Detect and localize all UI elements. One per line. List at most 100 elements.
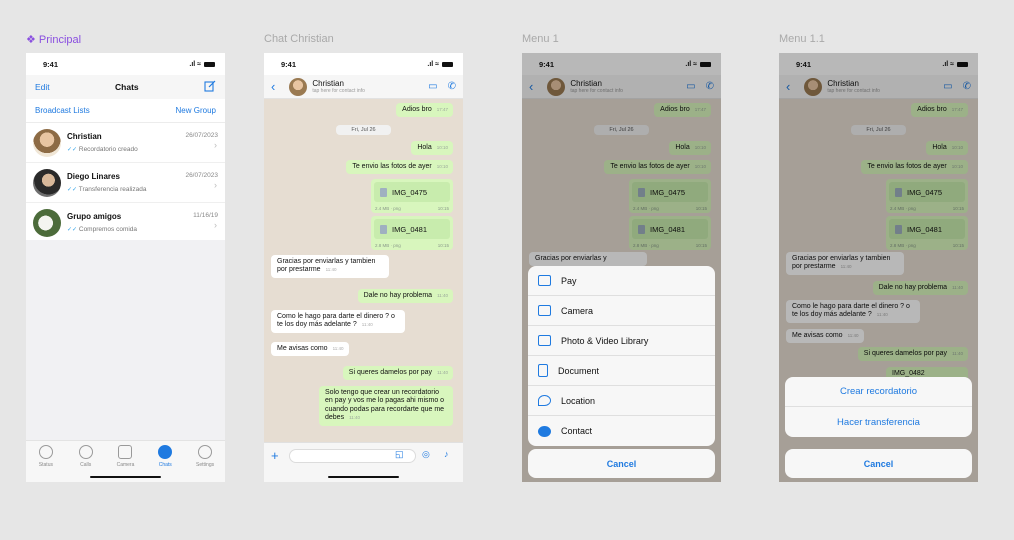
message-text: Te envio las fotos de ayer (352, 163, 432, 170)
plus-icon[interactable]: + (271, 448, 279, 463)
chat-row-christian[interactable]: Christian 26/07/2023 ✓✓ Recordatorio crea… (26, 123, 225, 163)
phone-icon (78, 445, 93, 459)
avatar[interactable] (289, 77, 308, 96)
frame-label-menu11: Menu 1.1 (779, 33, 825, 45)
message-out[interactable]: Te envio las fotos de ayer 10:10 (346, 160, 453, 175)
chevron-right-icon: › (214, 220, 217, 230)
phone-menu1: 9:41 .ıl ≈ ‹ Christian tap here for cont… (522, 53, 721, 482)
video-call-icon[interactable]: ▭ (428, 81, 437, 92)
message-text: Me avisas como (277, 345, 328, 352)
message-text: Adios bro (402, 106, 432, 113)
message-time: 11:40 (332, 346, 344, 351)
contact-name: Christian (312, 79, 344, 88)
message-text: Como le hago para darte el dinero ? o te… (277, 313, 395, 329)
menu-item-document[interactable]: Document (528, 356, 715, 386)
contact-info[interactable]: Christian tap here for contact info (312, 79, 418, 94)
menu-item-label: Document (558, 365, 600, 376)
tab-label: Status (38, 462, 53, 468)
tab-label: Settings (196, 462, 215, 468)
cancel-button[interactable]: Cancel (528, 449, 715, 478)
back-icon[interactable]: ‹ (271, 79, 275, 94)
chat-preview: Transferencia realizada (78, 186, 147, 193)
file-message[interactable]: IMG_0481 2.8 MB · png 10:15 (371, 216, 453, 250)
read-ticks-icon: ✓✓ (67, 147, 78, 153)
create-reminder-option[interactable]: Crear recordatorio (785, 377, 972, 407)
message-time: 10:10 (436, 145, 448, 150)
chat-name: Christian (67, 132, 102, 141)
status-icons: .ıl ≈ (189, 61, 215, 68)
make-transfer-option[interactable]: Hacer transferencia (785, 407, 972, 437)
edit-button[interactable]: Edit (35, 82, 50, 92)
message-time: 11:40 (437, 370, 448, 375)
message-in[interactable]: Gracias por enviarlas y tambien por pres… (271, 255, 389, 278)
attachment-menu: Pay Camera Photo & Video Library Documen… (528, 266, 715, 446)
chevron-right-icon: › (214, 180, 217, 190)
message-out[interactable]: Adios bro 17:47 (396, 103, 453, 118)
menu-item-label: Camera (561, 305, 594, 316)
chat-header: ‹ Christian tap here for contact info ▭ … (264, 75, 463, 99)
status-time: 9:41 (281, 59, 297, 69)
menu-item-label: Photo & Video Library (561, 335, 649, 346)
compose-icon[interactable] (204, 80, 216, 95)
battery-icon (442, 61, 453, 67)
input-bar: + ◱ ◎ ♪ (264, 442, 463, 482)
page-title: Chats (115, 82, 139, 92)
status-bar: 9:41 .ıl ≈ (26, 53, 225, 75)
menu-item-pay[interactable]: Pay (528, 266, 715, 296)
chats-nav-bar: Edit Chats (26, 75, 225, 99)
chat-row-grupo[interactable]: Grupo amigos 11/16/19 ✓✓ Compremos comida… (26, 203, 225, 243)
message-time: 10:10 (436, 164, 448, 169)
chat-row-diego[interactable]: Diego Linares 26/07/2023 ✓✓ Transferencia… (26, 163, 225, 203)
broadcast-lists-link[interactable]: Broadcast Lists (35, 106, 90, 115)
frame-label-chat: Chat Christian (264, 33, 334, 45)
frame-label-menu1: Menu 1 (522, 33, 559, 45)
menu-item-contact[interactable]: Contact (528, 416, 715, 446)
menu-item-location[interactable]: Location (528, 386, 715, 416)
menu-item-photo-library[interactable]: Photo & Video Library (528, 326, 715, 356)
contact-icon (538, 425, 551, 437)
gear-icon (198, 445, 213, 459)
home-indicator (90, 475, 161, 478)
phone-chats-list: 9:41 .ıl ≈ Edit Chats Broadcast Lists Ne… (26, 53, 225, 482)
signal-icon: .ıl ≈ (427, 60, 439, 68)
contact-subtitle: tap here for contact info (312, 88, 365, 94)
mic-icon[interactable]: ♪ (444, 449, 449, 459)
file-message[interactable]: IMG_0475 2.4 MB · png 10:15 (371, 179, 453, 213)
message-out[interactable]: Hola 10:10 (411, 141, 453, 156)
broadcast-row: Broadcast Lists New Group (26, 99, 225, 123)
message-time: 10:15 (437, 243, 449, 248)
sticker-icon[interactable]: ◱ (395, 449, 404, 460)
status-icon (38, 445, 53, 459)
cancel-button[interactable]: Cancel (785, 449, 972, 478)
file-meta: 2.4 MB · png (375, 206, 401, 211)
menu-item-label: Location (561, 395, 596, 406)
chat-preview: Compremos comida (78, 226, 138, 233)
tab-label: Camera (116, 462, 135, 468)
message-out[interactable]: Solo tengo que crear un recordatorio en … (319, 386, 453, 426)
chat-name: Grupo amigos (67, 212, 122, 221)
message-in[interactable]: Como le hago para darte el dinero ? o te… (271, 310, 405, 333)
chevron-right-icon: › (214, 140, 217, 150)
new-group-link[interactable]: New Group (176, 106, 216, 115)
menu-item-camera[interactable]: Camera (528, 296, 715, 326)
message-out[interactable]: Si queres damelos por pay 11:40 (342, 366, 453, 381)
tab-status[interactable]: Status (28, 445, 64, 482)
message-text: Solo tengo que crear un recordatorio en … (325, 389, 445, 422)
chat-bubbles-icon (158, 445, 173, 459)
wallet-icon (538, 275, 551, 286)
file-name: IMG_0475 (392, 187, 428, 197)
read-ticks-icon: ✓✓ (67, 187, 78, 193)
message-text: Dale no hay problema (363, 292, 433, 299)
message-out[interactable]: Dale no hay problema 11:40 (357, 289, 453, 304)
document-icon (538, 364, 548, 377)
message-time: 11:40 (325, 267, 337, 273)
camera-icon[interactable]: ◎ (422, 449, 430, 460)
message-time: 11:40 (437, 293, 448, 298)
tab-settings[interactable]: Settings (187, 445, 223, 482)
avatar (33, 168, 61, 197)
status-icons: .ıl ≈ (427, 61, 453, 68)
menu-item-label: Contact (561, 426, 593, 436)
phone-icon[interactable]: ✆ (448, 81, 456, 92)
message-time: 10:15 (437, 206, 449, 211)
message-in[interactable]: Me avisas como 11:40 (271, 342, 349, 357)
